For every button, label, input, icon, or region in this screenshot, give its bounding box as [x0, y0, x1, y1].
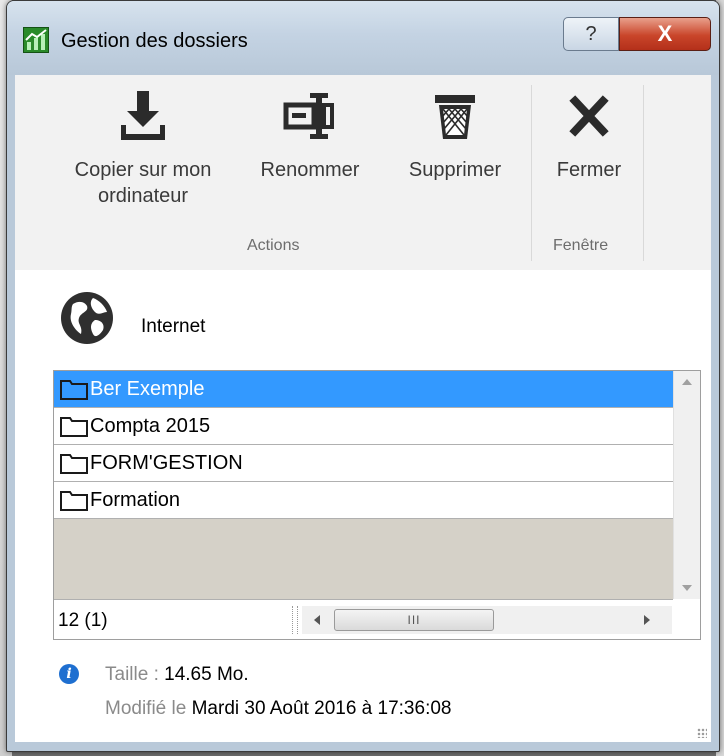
folder-list-item[interactable]: Ber Exemple	[54, 371, 674, 408]
app-chart-icon	[23, 27, 49, 53]
size-label: Taille :	[105, 664, 159, 685]
folder-list[interactable]: Ber Exemple Compta 2015 FORM'GESTION Format…	[53, 370, 701, 640]
scroll-left-icon[interactable]	[314, 615, 320, 625]
close-label: Fermer	[556, 159, 622, 181]
close-button[interactable]: Fermer	[539, 89, 639, 183]
modified-row: Modifié le Mardi 30 Août 2016 à 17:36:08	[105, 698, 451, 720]
close-x-icon	[569, 95, 609, 137]
ribbon-toolbar: Copier sur mon ordinateur Renommer Suppr…	[15, 75, 711, 270]
modified-value: Mardi 30 Août 2016 à 17:36:08	[191, 698, 452, 719]
folder-name: FORM'GESTION	[90, 452, 243, 474]
folder-list-item[interactable]: Compta 2015	[54, 408, 674, 445]
folder-icon	[60, 380, 88, 400]
rename-button[interactable]: Renommer	[243, 89, 377, 183]
copy-to-computer-button[interactable]: Copier sur mon ordinateur	[51, 89, 235, 209]
copy-label-line1: Copier sur mon	[74, 159, 212, 181]
folder-list-item[interactable]: Formation	[54, 482, 674, 519]
folder-name: Formation	[90, 489, 181, 511]
scrollbar-corner	[673, 599, 700, 639]
list-footer: 12 (1) III	[54, 599, 674, 639]
scroll-down-icon[interactable]	[682, 585, 692, 591]
window-title: Gestion des dossiers	[61, 30, 248, 52]
folder-name: Ber Exemple	[90, 378, 205, 400]
group-label-window: Fenêtre	[553, 237, 609, 254]
folder-list-item[interactable]: FORM'GESTION	[54, 445, 674, 482]
rename-cursor-icon	[283, 93, 334, 139]
folder-icon	[60, 417, 88, 437]
close-window-button[interactable]: X	[619, 17, 711, 51]
delete-label: Supprimer	[408, 159, 502, 181]
modified-label: Modifié le	[105, 698, 187, 719]
splitter-grip[interactable]	[292, 606, 298, 634]
horizontal-scrollbar[interactable]: III	[302, 606, 672, 634]
dialog-content: Internet Ber Exemple Compta 2015 FORM'GEST…	[15, 270, 711, 742]
rename-label: Renommer	[260, 159, 360, 181]
folder-list-items: Ber Exemple Compta 2015 FORM'GESTION Format…	[54, 371, 674, 519]
location-label: Internet	[141, 316, 206, 337]
scroll-up-icon[interactable]	[682, 379, 692, 385]
ribbon-group-separator	[643, 85, 644, 261]
group-label-actions: Actions	[247, 237, 300, 254]
globe-icon	[61, 292, 113, 344]
size-value: 14.65 Mo.	[164, 664, 249, 685]
copy-label-line2: ordinateur	[97, 185, 189, 207]
ribbon-group-separator	[531, 85, 532, 261]
title-bar[interactable]: Gestion des dossiers ? X	[7, 1, 719, 75]
help-button[interactable]: ?	[563, 17, 619, 51]
resize-grip-icon[interactable]	[697, 728, 707, 738]
vertical-scrollbar[interactable]	[673, 371, 700, 599]
folder-name: Compta 2015	[90, 415, 211, 437]
trash-icon	[435, 95, 475, 139]
scroll-right-icon[interactable]	[644, 615, 650, 625]
folder-icon	[60, 491, 88, 511]
folder-icon	[60, 454, 88, 474]
download-icon	[121, 91, 165, 140]
size-row: Taille : 14.65 Mo.	[105, 664, 249, 686]
dialog-window: Gestion des dossiers ? X Copier sur mon …	[6, 0, 720, 752]
info-icon: i	[59, 664, 79, 684]
item-count: 12 (1)	[58, 610, 108, 631]
delete-button[interactable]: Supprimer	[393, 89, 517, 183]
scroll-thumb[interactable]: III	[334, 609, 494, 631]
